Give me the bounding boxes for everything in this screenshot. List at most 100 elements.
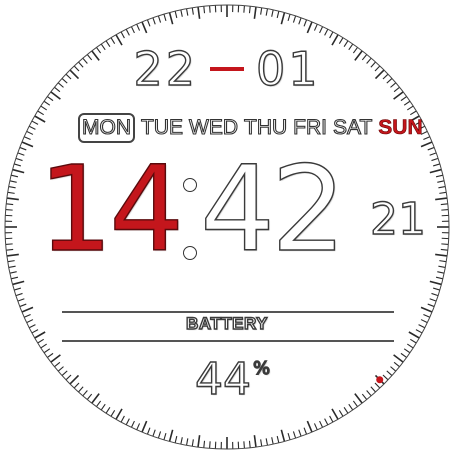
- dial-tick: [435, 197, 448, 201]
- dial-tick: [152, 17, 156, 25]
- dial-tick: [407, 343, 414, 349]
- dial-red-marker: [376, 376, 384, 384]
- dial-tick: [50, 354, 61, 363]
- dial-tick: [329, 415, 334, 423]
- time-hour: 14: [37, 140, 185, 278]
- dial-tick: [435, 174, 443, 178]
- weekday-fri: FRI: [293, 115, 328, 139]
- dial-tick: [253, 435, 257, 448]
- dial-tick: [265, 8, 268, 16]
- dial-tick: [306, 420, 313, 433]
- battery-percent: 44%: [194, 357, 271, 402]
- dial-tick: [6, 203, 14, 206]
- dial-tick: [440, 248, 448, 251]
- dial-tick: [276, 435, 280, 443]
- dial-tick: [386, 370, 393, 376]
- weekday-wed: WED: [188, 115, 238, 139]
- dial-tick: [329, 31, 334, 39]
- dial-tick: [441, 209, 449, 211]
- dial-tick: [125, 28, 130, 36]
- dial-tick: [431, 157, 439, 162]
- dial-tick: [366, 390, 372, 397]
- dial-tick: [280, 429, 286, 442]
- dial-tick: [319, 26, 324, 34]
- dial-tick: [8, 186, 16, 189]
- dial-tick: [319, 420, 324, 428]
- dial-tick: [439, 260, 447, 263]
- dial-tick: [361, 393, 368, 400]
- date-month: 01: [255, 41, 321, 96]
- dial-tick: [400, 352, 407, 358]
- dial-tick: [61, 370, 68, 376]
- battery-top-divider: [62, 311, 394, 313]
- dial-tick: [243, 5, 245, 13]
- dial-tick: [393, 361, 400, 368]
- dial-tick: [157, 15, 162, 23]
- dial-tick: [265, 438, 268, 446]
- dial-tick: [191, 439, 194, 447]
- dial-tick: [393, 354, 404, 363]
- dial-tick: [86, 393, 93, 400]
- dial-tick: [141, 21, 148, 34]
- dial-tick: [348, 403, 354, 411]
- battery-label: BATTERY: [185, 313, 268, 333]
- dial-tick: [120, 31, 125, 39]
- dial-tick: [343, 407, 349, 414]
- dial-tick: [11, 174, 19, 178]
- dial-tick: [141, 420, 148, 433]
- watch-face: 22 01 MON TUE WED THU FRI SAT SUN 14 42 2…: [0, 0, 454, 454]
- dial-tick: [186, 8, 189, 16]
- dial-tick: [382, 374, 389, 381]
- dial-tick: [410, 338, 417, 344]
- dial-tick: [431, 292, 439, 297]
- date-day: 22: [133, 41, 198, 96]
- dial-tick: [440, 203, 448, 206]
- dial-tick: [324, 28, 329, 36]
- dial-tick: [15, 157, 23, 162]
- dial-tick: [15, 292, 23, 297]
- dial-tick: [26, 130, 34, 135]
- dial-tick: [163, 432, 167, 441]
- dial-tick: [105, 407, 111, 414]
- dial-tick: [47, 352, 54, 358]
- dial-tick: [120, 415, 125, 423]
- dial-tick: [352, 400, 358, 407]
- dial-tick: [390, 366, 397, 372]
- dial-tick: [354, 393, 363, 404]
- dial-tick: [136, 23, 141, 31]
- dial-tick: [7, 191, 15, 194]
- dial-tick: [287, 13, 291, 22]
- dial-tick: [21, 306, 34, 313]
- dial-tick: [168, 12, 174, 25]
- dial-tick: [17, 152, 25, 156]
- dial-tick: [19, 303, 27, 308]
- dial-tick: [331, 408, 339, 420]
- dial-tick: [5, 243, 13, 245]
- dial-tick: [303, 427, 308, 435]
- dial-tick: [180, 9, 183, 17]
- dial-tick: [130, 26, 135, 34]
- dial-tick: [152, 429, 156, 437]
- dial-tick: [407, 105, 414, 111]
- dial-tick: [438, 265, 446, 268]
- dial-tick: [40, 343, 47, 349]
- weekday-thu: THU: [243, 115, 288, 139]
- dial-tick: [65, 374, 72, 381]
- dial-tick: [203, 440, 206, 448]
- dial-tick: [69, 374, 80, 385]
- dial-tick: [439, 191, 447, 194]
- dial-tick: [12, 168, 25, 174]
- date-display: 22 01: [0, 41, 454, 96]
- dial-tick: [209, 441, 211, 449]
- dial-tick: [248, 440, 251, 448]
- dial-tick: [130, 420, 135, 428]
- dial-tick: [429, 152, 437, 156]
- dial-tick: [370, 386, 376, 393]
- dial-tick: [136, 423, 141, 431]
- dial-tick: [7, 260, 15, 263]
- dial-tick: [306, 21, 313, 34]
- dial-tick: [248, 6, 251, 14]
- dial-tick: [298, 429, 302, 437]
- dial-tick: [432, 163, 441, 167]
- dial-tick: [6, 197, 19, 201]
